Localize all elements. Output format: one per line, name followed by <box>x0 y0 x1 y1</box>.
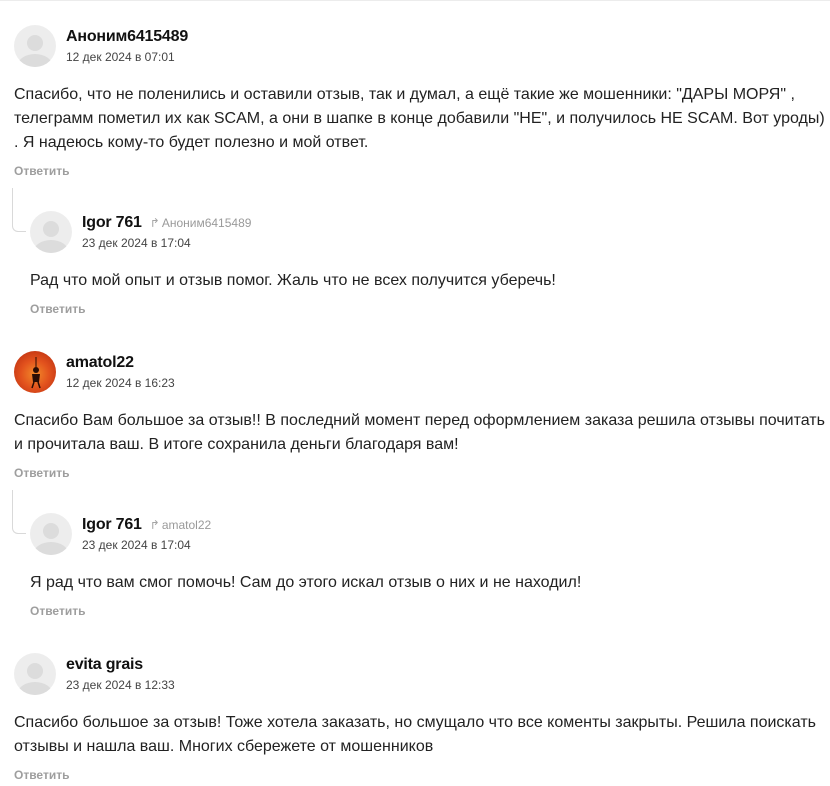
comment: Аноним6415489 12 дек 2024 в 07:01 Спасиб… <box>14 25 826 180</box>
comment-text: Я рад что вам смог помочь! Сам до этого … <box>30 574 582 591</box>
avatar-photo[interactable] <box>14 351 56 393</box>
comment-author[interactable]: amatol22 <box>66 354 134 372</box>
reply-button[interactable]: Ответить <box>14 466 69 480</box>
reply-button[interactable]: Ответить <box>14 768 69 782</box>
reply-button[interactable]: Ответить <box>30 302 85 316</box>
top-divider <box>0 0 830 1</box>
reply-arrow-icon: ↱ <box>149 518 160 532</box>
avatar-placeholder-icon[interactable] <box>30 513 72 555</box>
comment-text: Спасибо большое за отзыв! Тоже хотела за… <box>14 714 816 755</box>
comment-author[interactable]: Аноним6415489 <box>66 28 188 46</box>
reply-to-link[interactable]: ↱ amatol22 <box>150 518 211 532</box>
comment: evita grais 23 дек 2024 в 12:33 Спасибо … <box>14 653 826 784</box>
avatar-placeholder-icon[interactable] <box>14 653 56 695</box>
reply-thread-line <box>12 188 26 232</box>
comment-date: 23 дек 2024 в 12:33 <box>66 678 175 692</box>
comment: amatol22 12 дек 2024 в 16:23 Спасибо Вам… <box>14 351 826 482</box>
comment-date: 12 дек 2024 в 07:01 <box>66 50 175 64</box>
reply-button[interactable]: Ответить <box>30 604 85 618</box>
reply-comment: Igor 761 ↱ Аноним6415489 23 дек 2024 в 1… <box>30 211 826 318</box>
avatar-placeholder-icon[interactable] <box>14 25 56 67</box>
comment-date: 23 дек 2024 в 17:04 <box>82 236 191 250</box>
reply-button[interactable]: Ответить <box>14 164 69 178</box>
comment-text: Спасибо Вам большое за отзыв!! В последн… <box>14 412 825 453</box>
comment-text: Рад что мой опыт и отзыв помог. Жаль что… <box>30 272 556 289</box>
reply-arrow-icon: ↱ <box>149 216 160 230</box>
reply-to-author: amatol22 <box>161 518 212 532</box>
reply-comment: Igor 761 ↱ amatol22 23 дек 2024 в 17:04 … <box>30 513 826 620</box>
comment-date: 23 дек 2024 в 17:04 <box>82 538 191 552</box>
comment-date: 12 дек 2024 в 16:23 <box>66 376 175 390</box>
comment-author[interactable]: Igor 761 <box>82 516 142 534</box>
avatar-placeholder-icon[interactable] <box>30 211 72 253</box>
reply-thread-line <box>12 490 26 534</box>
reply-to-link[interactable]: ↱ Аноним6415489 <box>150 216 252 230</box>
comment-author[interactable]: evita grais <box>66 656 143 674</box>
reply-to-author: Аноним6415489 <box>161 216 252 230</box>
comment-author[interactable]: Igor 761 <box>82 214 142 232</box>
comment-text: Спасибо, что не поленились и оставили от… <box>14 86 825 151</box>
